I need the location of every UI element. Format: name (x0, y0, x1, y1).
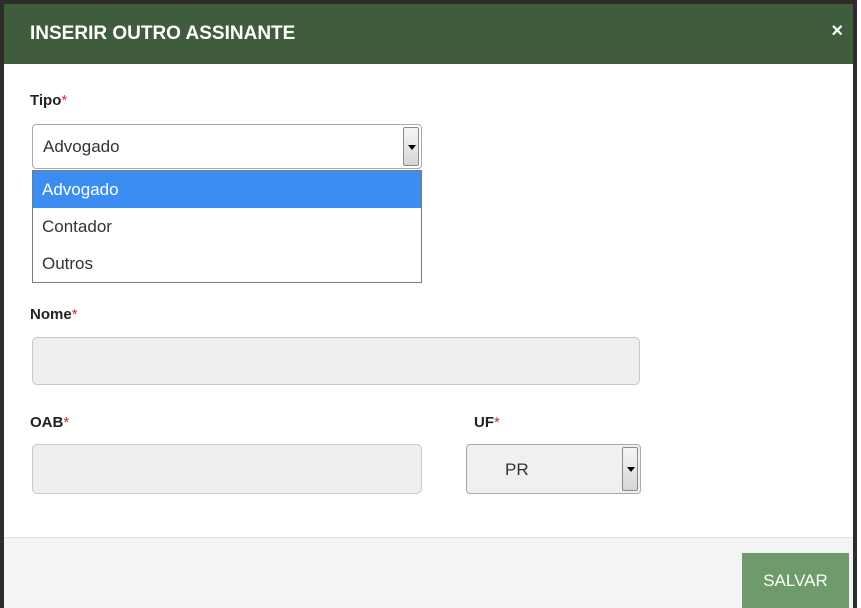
dialog-footer: SALVAR (4, 537, 853, 608)
uf-label: UF* (474, 414, 500, 431)
tipo-dropdown-list: Advogado Contador Outros (32, 170, 422, 283)
tipo-option-outros[interactable]: Outros (33, 245, 421, 282)
chevron-down-icon[interactable] (622, 447, 638, 491)
nome-required-mark: * (71, 306, 78, 323)
tipo-select[interactable]: Advogado (32, 124, 422, 169)
tipo-option-advogado[interactable]: Advogado (33, 171, 421, 208)
uf-required-mark: * (494, 414, 500, 431)
oab-input[interactable] (32, 444, 422, 494)
nome-input[interactable] (32, 337, 640, 385)
uf-label-text: UF (474, 414, 494, 431)
tipo-option-contador[interactable]: Contador (33, 208, 421, 245)
insert-signer-dialog: INSERIR OUTRO ASSINANTE × Tipo* Advogado… (0, 0, 857, 608)
oab-label-text: OAB (30, 414, 64, 431)
chevron-down-icon[interactable] (403, 127, 419, 166)
dialog-title: INSERIR OUTRO ASSINANTE (30, 23, 296, 44)
tipo-selected-value: Advogado (43, 137, 120, 156)
oab-required-mark: * (63, 414, 70, 431)
uf-selected-value: PR (505, 460, 529, 479)
tipo-label-text: Tipo (30, 92, 62, 109)
nome-label: Nome* (30, 306, 78, 323)
oab-label: OAB* (30, 414, 69, 431)
tipo-label: Tipo* (30, 92, 67, 109)
tipo-required-mark: * (61, 92, 68, 109)
dialog-header: INSERIR OUTRO ASSINANTE × (4, 0, 853, 64)
nome-label-text: Nome (30, 306, 72, 323)
close-icon[interactable]: × (831, 20, 843, 43)
uf-select[interactable]: PR (466, 444, 641, 494)
save-button[interactable]: SALVAR (742, 553, 849, 608)
